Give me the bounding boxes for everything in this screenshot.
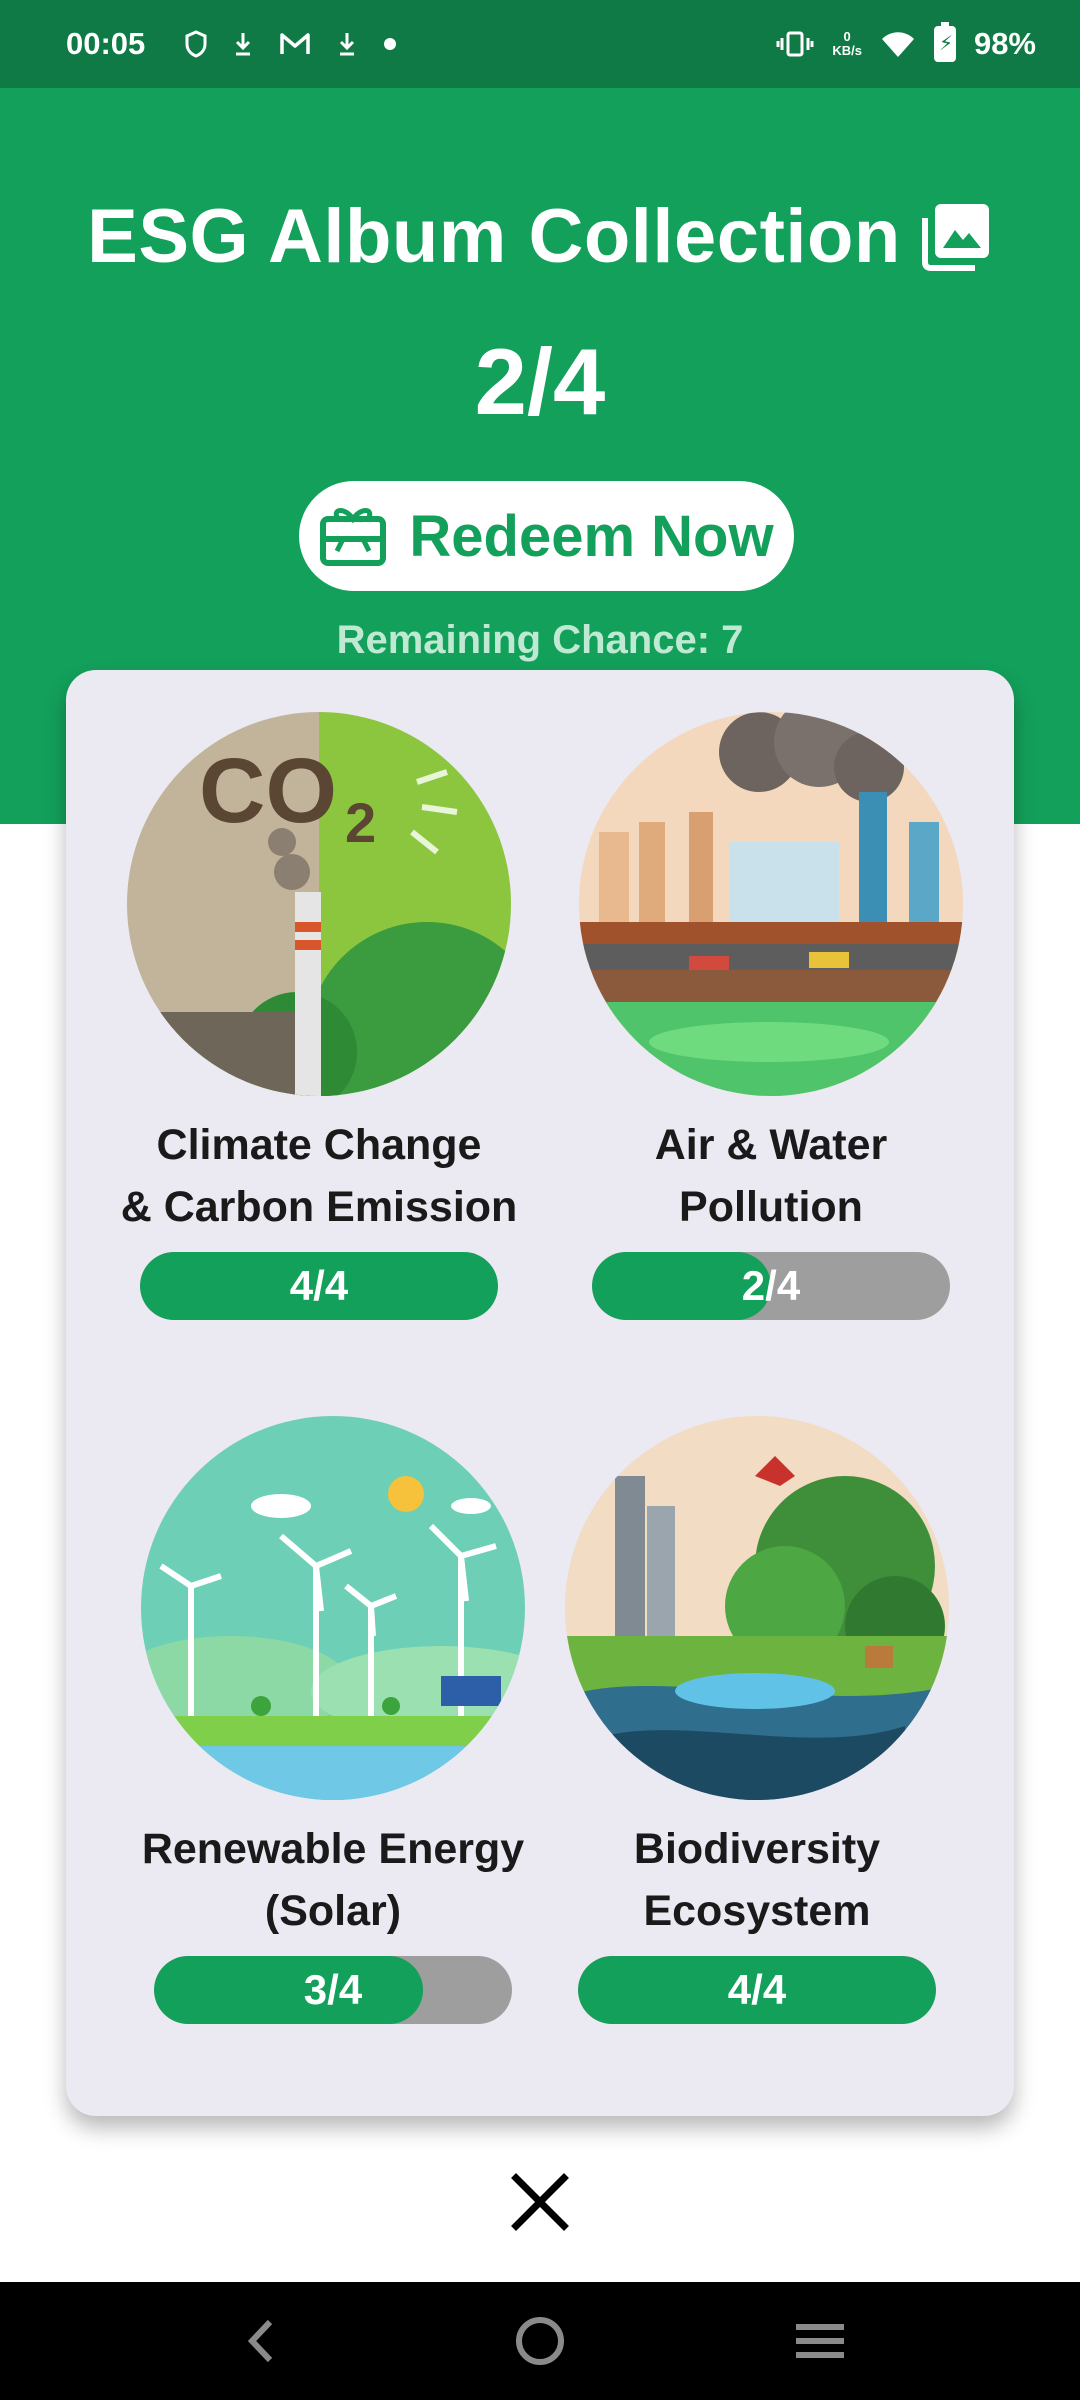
download-icon bbox=[340, 33, 355, 56]
progress-label: 3/4 bbox=[303, 1966, 363, 2013]
album-name-line: Biodiversity bbox=[633, 1825, 881, 1873]
album-name-line: Pollution bbox=[679, 1183, 863, 1231]
renewable-energy-image bbox=[141, 1416, 525, 1800]
progress-label: 4/4 bbox=[289, 1262, 349, 1309]
page-title: ESG Album Collection bbox=[87, 194, 901, 279]
download-icon bbox=[236, 33, 251, 56]
close-icon[interactable] bbox=[506, 2168, 574, 2236]
album-name-line: & Carbon Emission bbox=[120, 1183, 518, 1231]
redeem-now-button[interactable]: Redeem Now bbox=[299, 481, 794, 591]
album-item-biodiversity[interactable]: Biodiversity Ecosystem 4/4 bbox=[547, 1416, 967, 2024]
svg-text:CO: CO bbox=[199, 740, 337, 842]
wifi-icon bbox=[881, 32, 914, 57]
climate-change-image: CO 2 bbox=[127, 712, 511, 1096]
album-name-line: Climate Change bbox=[156, 1121, 482, 1169]
shield-icon bbox=[185, 30, 207, 58]
status-bar: 00:05 0 KB/s ⚡ 98% bbox=[0, 0, 1080, 88]
redeem-now-label: Redeem Now bbox=[409, 503, 774, 569]
battery-charging-icon: ⚡ bbox=[933, 22, 956, 62]
menu-icon bbox=[796, 2324, 844, 2358]
album-name-line: Air & Water bbox=[654, 1121, 888, 1169]
gmail-icon bbox=[280, 33, 311, 54]
album-name: Biodiversity Ecosystem bbox=[547, 1818, 967, 1942]
back-button[interactable] bbox=[225, 2306, 295, 2376]
home-icon bbox=[516, 2317, 564, 2365]
album-progress-bar: 4/4 bbox=[578, 1956, 936, 2024]
photo-album-icon bbox=[921, 203, 989, 271]
album-name: Renewable Energy (Solar) bbox=[123, 1818, 543, 1942]
back-icon bbox=[247, 2319, 273, 2363]
album-card: CO 2 Climate Change & Carbon Emission 4/… bbox=[66, 670, 1014, 2116]
album-name-line: (Solar) bbox=[264, 1887, 402, 1935]
album-item-renewable-energy[interactable]: Renewable Energy (Solar) 3/4 bbox=[123, 1416, 543, 2024]
title-row: ESG Album Collection bbox=[0, 193, 1080, 280]
navigation-bar bbox=[0, 2282, 1080, 2400]
album-name: Air & Water Pollution bbox=[561, 1114, 981, 1238]
album-name-line: Renewable Energy bbox=[141, 1825, 525, 1873]
notification-icons bbox=[185, 30, 397, 58]
svg-text:2: 2 bbox=[345, 791, 376, 854]
system-icons: 0 KB/s ⚡ 98% bbox=[776, 22, 1036, 62]
album-progress-bar: 3/4 bbox=[154, 1956, 512, 2024]
net-speed: 0 KB/s bbox=[832, 30, 862, 58]
gift-card-icon bbox=[320, 508, 387, 566]
remaining-chance: Remaining Chance: 7 bbox=[336, 618, 744, 662]
album-item-climate-change[interactable]: CO 2 Climate Change & Carbon Emission 4/… bbox=[109, 712, 529, 1320]
status-time: 00:05 bbox=[66, 26, 146, 61]
net-speed-unit: KB/s bbox=[832, 43, 862, 58]
biodiversity-image bbox=[565, 1416, 949, 1800]
net-speed-value: 0 bbox=[843, 29, 851, 44]
home-button[interactable] bbox=[505, 2306, 575, 2376]
dot-icon bbox=[384, 38, 397, 50]
album-progress-bar: 2/4 bbox=[592, 1252, 950, 1320]
album-item-air-water-pollution[interactable]: Air & Water Pollution 2/4 bbox=[561, 712, 981, 1320]
air-water-pollution-image bbox=[579, 712, 963, 1096]
album-name: Climate Change & Carbon Emission bbox=[109, 1114, 529, 1238]
battery-percent: 98% bbox=[973, 26, 1036, 61]
vibrate-icon bbox=[776, 31, 814, 57]
menu-button[interactable] bbox=[785, 2306, 855, 2376]
progress-label: 2/4 bbox=[741, 1262, 801, 1309]
album-progress-bar: 4/4 bbox=[140, 1252, 498, 1320]
progress-label: 4/4 bbox=[727, 1966, 787, 2013]
album-name-line: Ecosystem bbox=[643, 1887, 871, 1935]
collection-count: 2/4 bbox=[474, 329, 606, 434]
